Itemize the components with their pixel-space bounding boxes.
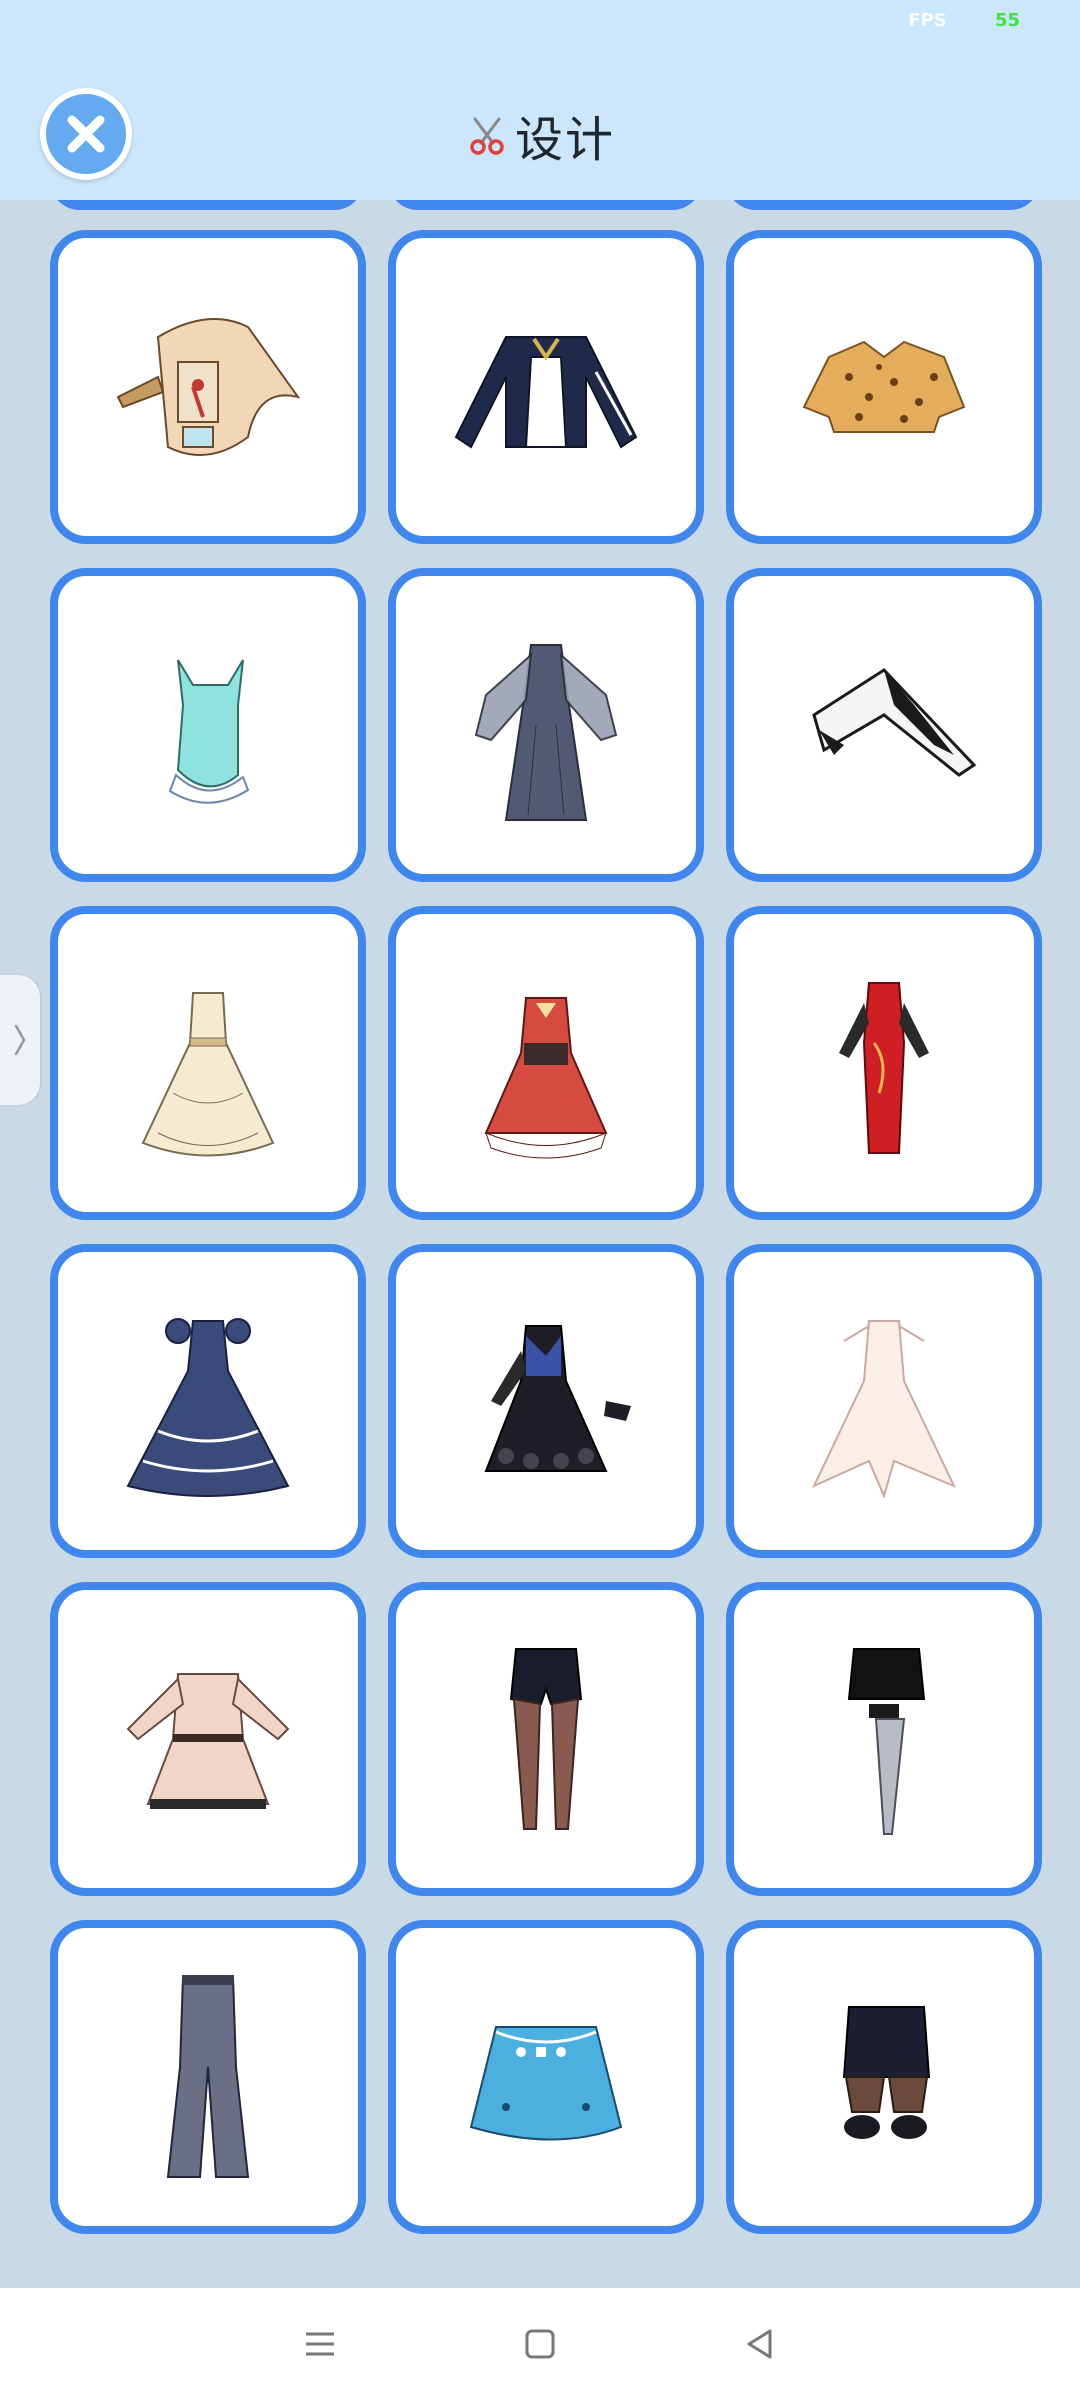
back-triangle-icon bbox=[747, 2329, 772, 2359]
outfit-card-red-lolita[interactable] bbox=[388, 906, 704, 1220]
dress-icon bbox=[474, 644, 618, 821]
outfit-card-navy-jacket[interactable] bbox=[388, 230, 704, 544]
outfit-card-cream-dress[interactable] bbox=[50, 906, 366, 1220]
dress-icon bbox=[126, 1318, 290, 1497]
dress-icon bbox=[484, 1325, 631, 1472]
outfit-card-flare-pants[interactable] bbox=[50, 1920, 366, 2234]
cape-icon bbox=[812, 668, 977, 777]
outfit-card-mint-swimsuit[interactable] bbox=[50, 568, 366, 882]
system-nav-bar bbox=[0, 2288, 1080, 2400]
outfit-card-grey-dress[interactable] bbox=[388, 568, 704, 882]
outfit-card-leopard-top[interactable] bbox=[726, 230, 1042, 544]
outfit-card-bw-cape[interactable] bbox=[726, 568, 1042, 882]
pants-icon bbox=[166, 1975, 250, 2178]
jacket-icon bbox=[454, 336, 638, 449]
skirt-icon bbox=[469, 2026, 623, 2141]
dress-icon bbox=[811, 1320, 957, 1499]
outfit-grid-scroll[interactable] bbox=[0, 200, 1080, 2288]
dress-icon bbox=[126, 1673, 290, 1809]
page-title: 设计 bbox=[514, 112, 615, 168]
swimsuit-icon bbox=[168, 659, 250, 804]
outfit-card-ornate-cape[interactable] bbox=[50, 230, 366, 544]
outfit-card-blue-skirt[interactable] bbox=[388, 1920, 704, 2234]
menu-icon bbox=[306, 2332, 334, 2356]
bottoms-icon bbox=[842, 2006, 931, 2139]
home-square-icon bbox=[525, 2329, 555, 2359]
outfit-card-navy-ballgown[interactable] bbox=[50, 1244, 366, 1558]
fps-label: FPS bbox=[908, 10, 947, 31]
page-title-wrap: 设计 bbox=[0, 100, 1080, 170]
partial-card[interactable] bbox=[50, 200, 364, 210]
fps-counter: FPS 55 bbox=[908, 10, 1020, 31]
outfit-card-shorts-blade[interactable] bbox=[726, 1582, 1042, 1896]
side-drawer-handle[interactable] bbox=[0, 975, 40, 1105]
fps-value: 55 bbox=[994, 10, 1020, 31]
outfit-card-beige-dress[interactable] bbox=[50, 1582, 366, 1896]
outfit-card-gothic-dress[interactable] bbox=[388, 1244, 704, 1558]
top-icon bbox=[802, 340, 966, 433]
cape-outfit-icon bbox=[116, 318, 301, 456]
dress-icon bbox=[141, 992, 275, 1157]
dress-icon bbox=[839, 982, 929, 1154]
dress-icon bbox=[484, 997, 608, 1159]
bottoms-icon bbox=[847, 1648, 926, 1835]
scissors-icon bbox=[470, 117, 504, 155]
partial-card[interactable] bbox=[726, 200, 1040, 210]
outfit-card-white-gown[interactable] bbox=[726, 1244, 1042, 1558]
menu-button[interactable] bbox=[290, 2314, 350, 2374]
chevron-right-icon bbox=[14, 1024, 26, 1056]
outfit-card-red-qipao[interactable] bbox=[726, 906, 1042, 1220]
outfit-card-lace-shorts[interactable] bbox=[726, 1920, 1042, 2234]
back-button[interactable] bbox=[730, 2314, 790, 2374]
home-button[interactable] bbox=[510, 2314, 570, 2374]
outfit-grid bbox=[50, 230, 1042, 2234]
outfit-card-shorts-tights[interactable] bbox=[388, 1582, 704, 1896]
partial-row-above bbox=[0, 200, 1080, 210]
partial-card[interactable] bbox=[388, 200, 702, 210]
top-bar: FPS 55 设计 bbox=[0, 0, 1080, 200]
bottoms-icon bbox=[509, 1648, 583, 1830]
